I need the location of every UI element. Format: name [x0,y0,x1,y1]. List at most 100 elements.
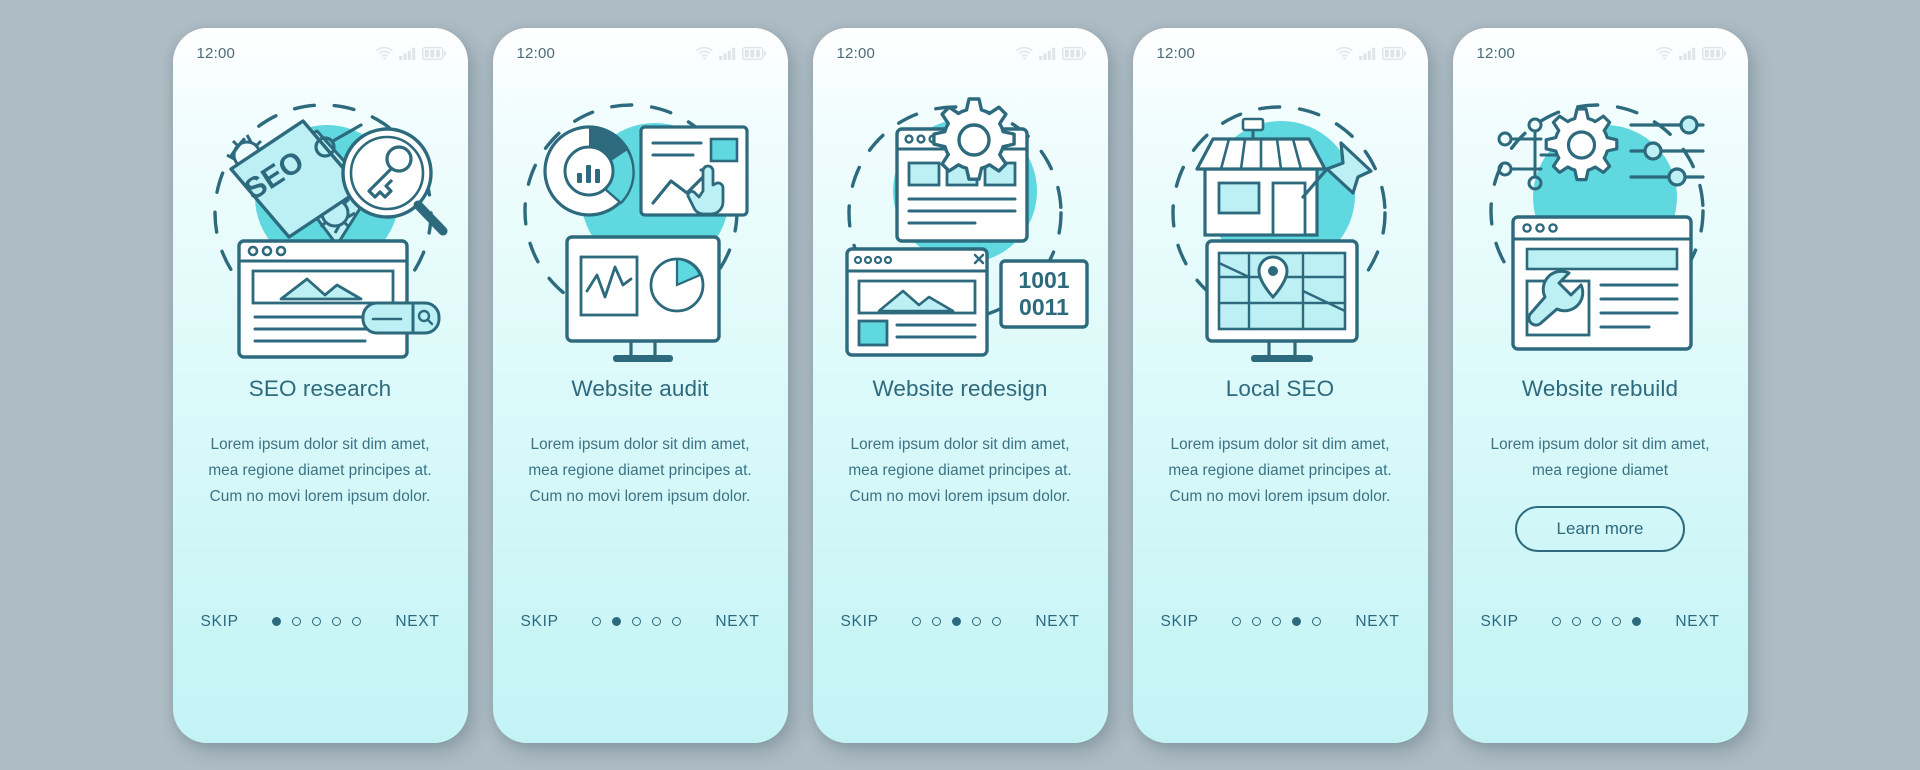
page-dot[interactable] [332,617,342,626]
page-dot[interactable] [272,617,282,626]
onboarding-screens-stage: 12:00 SEO SEO research Lorem ipsum dolor… [0,0,1920,770]
page-title: Website redesign [872,375,1048,401]
illustration-website-audit [493,80,788,370]
skip-button[interactable]: SKIP [1481,613,1519,631]
page-indicator-dots[interactable] [1232,617,1322,626]
status-bar: 12:00 [1133,28,1428,80]
page-indicator-dots[interactable] [1552,617,1642,626]
page-dot[interactable] [292,617,302,626]
page-title: Website rebuild [1521,375,1679,401]
page-dot[interactable] [352,617,362,626]
status-icons [1015,47,1086,60]
page-body-text: Lorem ipsum dolor sit dim amet, mea regi… [1490,435,1710,479]
page-indicator-dots[interactable] [592,617,682,626]
onboarding-nav: SKIP NEXT [493,613,788,631]
page-dot[interactable] [1312,617,1322,626]
battery-icon [1381,47,1406,60]
battery-icon [421,47,446,60]
page-dot[interactable] [1252,617,1262,626]
page-body-text: Lorem ipsum dolor sit dim amet, mea regi… [528,435,752,505]
battery-icon [1701,47,1726,60]
skip-button[interactable]: SKIP [521,613,559,631]
onboarding-nav: SKIP NEXT [1133,613,1428,631]
page-indicator-dots[interactable] [272,617,362,626]
page-title: SEO research [248,375,392,401]
illustration-website-redesign: 1001 0011 [813,80,1108,370]
wifi-icon [695,47,713,60]
phone-screen-seo-research: 12:00 SEO SEO research Lorem ipsum dolor… [172,27,468,743]
page-dot[interactable] [1552,617,1562,626]
wifi-icon [1015,47,1033,60]
status-bar: 12:00 [173,28,468,80]
status-icons [1335,47,1406,60]
page-dot[interactable] [652,617,662,626]
page-dot[interactable] [912,617,922,626]
page-body-text: Lorem ipsum dolor sit dim amet, mea regi… [1168,435,1392,505]
phone-screen-website-redesign: 12:00 1001 0011 Website redesign Lorem i… [812,27,1108,743]
page-dot[interactable] [972,617,982,626]
status-clock: 12:00 [836,45,876,62]
onboarding-nav: SKIP NEXT [1453,613,1748,631]
page-indicator-dots[interactable] [912,617,1002,626]
page-dot[interactable] [312,617,322,626]
status-bar: 12:00 [813,28,1108,80]
page-dot[interactable] [1592,617,1602,626]
status-clock: 12:00 [1476,45,1516,62]
illustration-seo-research: SEO [173,80,468,370]
page-body-text: Lorem ipsum dolor sit dim amet, mea regi… [848,435,1072,505]
binary-top-label: 1001 [1018,267,1069,293]
page-dot[interactable] [1292,617,1302,626]
page-body-text: Lorem ipsum dolor sit dim amet, mea regi… [208,435,432,505]
cta-wrap: Learn more [1453,505,1748,552]
page-dot[interactable] [612,617,622,626]
wifi-icon [1655,47,1673,60]
page-dot[interactable] [992,617,1002,626]
page-dot[interactable] [632,617,642,626]
battery-icon [1061,47,1086,60]
skip-button[interactable]: SKIP [201,613,239,631]
status-icons [695,47,766,60]
page-dot[interactable] [952,617,962,626]
battery-icon [741,47,766,60]
skip-button[interactable]: SKIP [841,613,879,631]
status-bar: 12:00 [1453,28,1748,80]
skip-button[interactable]: SKIP [1161,613,1199,631]
signal-icon [1038,47,1055,60]
next-button[interactable]: NEXT [1675,613,1719,631]
wifi-icon [1335,47,1353,60]
wifi-icon [375,47,393,60]
learn-more-button[interactable]: Learn more [1514,505,1686,552]
page-dot[interactable] [592,617,602,626]
signal-icon [398,47,415,60]
status-bar: 12:00 [493,28,788,80]
signal-icon [1678,47,1695,60]
phone-screen-local-seo: 12:00 Local SEO Lorem ipsum dolor sit di… [1132,27,1428,743]
next-button[interactable]: NEXT [395,613,439,631]
page-dot[interactable] [932,617,942,626]
illustration-local-seo [1133,80,1428,370]
page-title: Website audit [571,375,709,401]
status-icons [1655,47,1726,60]
next-button[interactable]: NEXT [1035,613,1079,631]
status-clock: 12:00 [516,45,556,62]
page-dot[interactable] [1632,617,1642,626]
next-button[interactable]: NEXT [1355,613,1399,631]
phone-screen-website-rebuild: 12:00 Website rebuild Lorem ipsum dolor … [1452,27,1748,743]
binary-bottom-label: 0011 [1019,294,1069,320]
page-dot[interactable] [672,617,682,626]
status-icons [375,47,446,60]
page-dot[interactable] [1612,617,1622,626]
page-dot[interactable] [1272,617,1282,626]
phone-screen-website-audit: 12:00 Website audit Lorem ipsum dolor si… [492,27,788,743]
page-dot[interactable] [1572,617,1582,626]
signal-icon [1358,47,1375,60]
page-title: Local SEO [1225,375,1335,401]
status-clock: 12:00 [196,45,236,62]
onboarding-nav: SKIP NEXT [813,613,1108,631]
page-dot[interactable] [1232,617,1242,626]
next-button[interactable]: NEXT [715,613,759,631]
illustration-website-rebuild [1453,80,1748,370]
status-clock: 12:00 [1156,45,1196,62]
onboarding-nav: SKIP NEXT [173,613,468,631]
signal-icon [718,47,735,60]
